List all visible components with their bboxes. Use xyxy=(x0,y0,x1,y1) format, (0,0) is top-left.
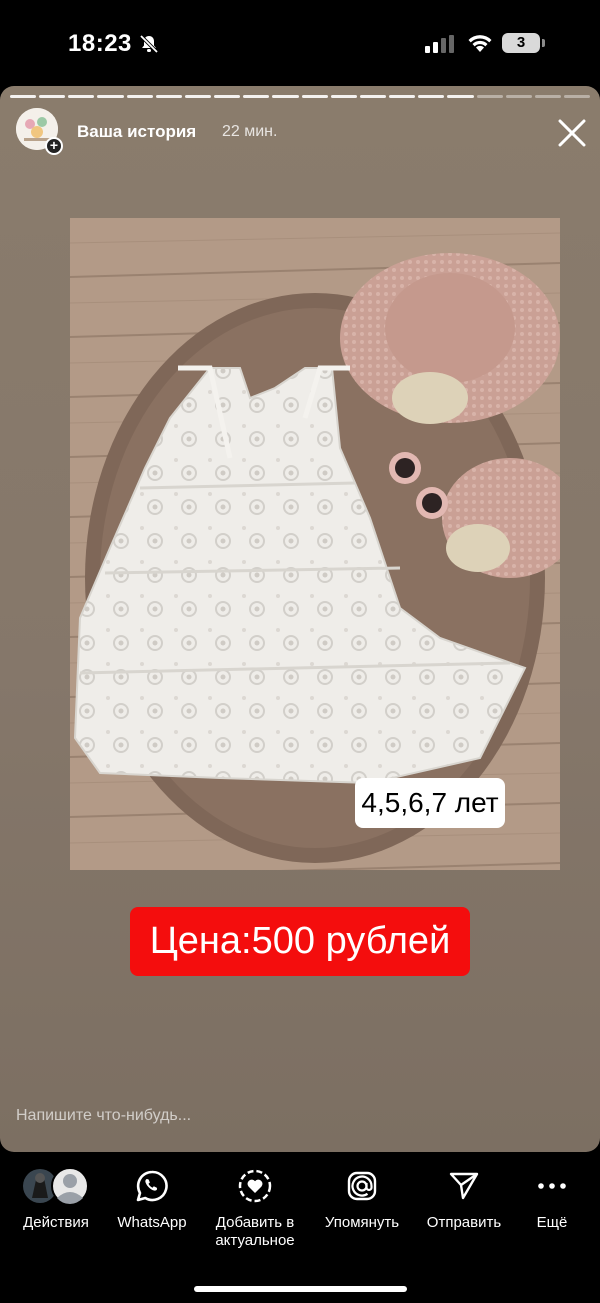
progress-segment xyxy=(39,95,66,98)
mention-button[interactable]: Упомянуть xyxy=(318,1160,406,1232)
progress-segment xyxy=(359,95,387,98)
action-label: Отправить xyxy=(426,1214,502,1231)
bell-muted-icon xyxy=(139,34,159,54)
story-author[interactable]: Ваша история xyxy=(77,122,196,142)
progress-segment xyxy=(155,95,182,98)
progress-segment xyxy=(476,95,503,98)
progress-segment xyxy=(126,95,153,98)
add-to-highlights-button[interactable]: Добавить в актуальное xyxy=(205,1160,305,1250)
action-label: Ещё xyxy=(536,1214,568,1231)
progress-segment xyxy=(97,95,124,98)
whatsapp-button[interactable]: WhatsApp xyxy=(110,1160,194,1232)
progress-segment xyxy=(214,95,241,98)
progress-segment xyxy=(68,95,95,98)
progress-segment xyxy=(243,95,270,98)
progress-segment xyxy=(301,95,328,98)
actions-button[interactable]: Действия xyxy=(15,1160,97,1232)
size-label: 4,5,6,7 лет xyxy=(355,778,505,828)
battery-icon: 3 xyxy=(502,33,540,53)
progress-segment xyxy=(534,95,561,98)
avatars-icon xyxy=(15,1160,97,1212)
wifi-icon xyxy=(468,35,492,52)
progress-segment xyxy=(272,95,299,98)
home-indicator[interactable] xyxy=(194,1286,407,1292)
progress-segment xyxy=(447,95,474,98)
more-icon xyxy=(520,1160,584,1212)
action-label: Действия xyxy=(23,1214,89,1231)
action-label: WhatsApp xyxy=(117,1214,187,1231)
action-label: Упомянуть xyxy=(324,1214,400,1231)
mention-icon xyxy=(318,1160,406,1212)
progress-segment xyxy=(184,95,212,98)
progress-segment xyxy=(10,95,37,98)
battery-cap xyxy=(542,39,545,47)
highlight-heart-icon xyxy=(205,1160,305,1212)
story-actions-bar: Действия WhatsApp Добавить в актуальное xyxy=(0,1160,600,1260)
story-progress-bar xyxy=(10,95,591,98)
cellular-signal-icon xyxy=(425,35,454,53)
story-timestamp: 22 мин. xyxy=(222,123,278,140)
progress-segment xyxy=(418,95,445,98)
progress-segment xyxy=(330,95,357,98)
send-button[interactable]: Отправить xyxy=(420,1160,508,1232)
price-label: Цена:500 рублей xyxy=(130,907,470,976)
story-viewer[interactable]: + Ваша история 22 мин. 4,5,6,7 лет Цена:… xyxy=(0,86,600,1152)
progress-segment xyxy=(563,95,591,98)
product-photo xyxy=(70,218,560,870)
clock: 18:23 xyxy=(68,30,132,57)
close-icon[interactable] xyxy=(556,117,588,149)
send-icon xyxy=(420,1160,508,1212)
more-button[interactable]: Ещё xyxy=(520,1160,584,1232)
add-story-icon[interactable]: + xyxy=(45,137,63,155)
progress-segment xyxy=(389,95,416,98)
action-label: Добавить в актуальное xyxy=(215,1214,295,1249)
reply-input[interactable]: Напишите что-нибудь... xyxy=(16,1107,191,1125)
whatsapp-icon xyxy=(110,1160,194,1212)
progress-segment xyxy=(505,95,532,98)
status-bar: 18:23 3 xyxy=(0,0,600,86)
